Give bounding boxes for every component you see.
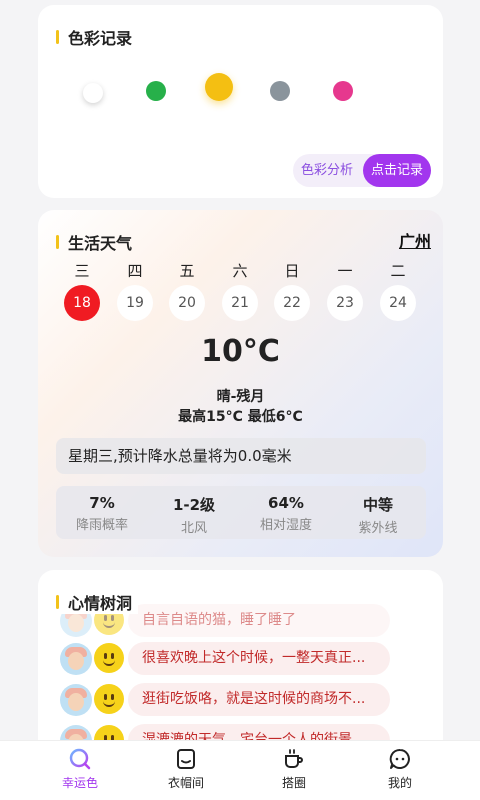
date-option[interactable]: 20: [169, 285, 205, 321]
temperature-range: 最高15°C 最低6°C: [178, 409, 303, 425]
mood-title: 心情树洞: [56, 590, 139, 614]
tab-wardrobe[interactable]: 衣帽间: [146, 747, 226, 791]
lucky-color-icon: [69, 748, 91, 770]
stat-uv: 中等 紫外线: [332, 494, 424, 536]
stat-label: 北风: [180, 521, 207, 536]
color-analysis-button[interactable]: 色彩分析: [301, 154, 353, 187]
weather-condition: 晴-残月: [216, 389, 265, 405]
weekday-label: 六: [232, 262, 248, 280]
record-color-button[interactable]: 点击记录: [363, 154, 431, 187]
weather-stats: 7% 降雨概率 1-2级 北风 64% 相对湿度 中等 紫外线: [56, 486, 426, 539]
weekday-label: 三: [74, 262, 90, 280]
weather-title: 生活天气: [56, 230, 132, 254]
stat-humidity: 64% 相对湿度: [240, 494, 332, 533]
tab-label: 衣帽间: [167, 776, 204, 790]
current-temperature: 10°C: [201, 334, 280, 369]
chat-bubble-icon: [389, 748, 410, 769]
color-actions: 色彩分析 点击记录: [293, 154, 431, 187]
stat-value: 64%: [268, 494, 304, 512]
mood-message-bubble: 自言自语的猫，睡了睡了: [128, 604, 390, 637]
tab-label: 搭圈: [281, 776, 306, 790]
tab-label: 我的: [387, 776, 412, 790]
date-selected[interactable]: 18: [64, 285, 100, 321]
stat-label: 紫外线: [358, 521, 398, 536]
color-record-title-text: 色彩记录: [68, 29, 133, 48]
smiley-avatar: [94, 684, 124, 714]
color-dot-gray[interactable]: [270, 81, 290, 101]
stat-label: 降雨概率: [75, 518, 128, 533]
date-option[interactable]: 23: [327, 285, 363, 321]
date-option[interactable]: 24: [380, 285, 416, 321]
color-dot-white[interactable]: [83, 83, 103, 103]
date-option[interactable]: 22: [274, 285, 310, 321]
date-option[interactable]: 19: [117, 285, 153, 321]
wardrobe-icon: [177, 749, 195, 769]
color-record-title: 色彩记录: [56, 25, 132, 49]
precipitation-forecast: 星期三,预计降水总量将为0.0毫米: [56, 438, 426, 474]
tab-circle[interactable]: 搭圈: [254, 747, 334, 791]
color-record-card: 色彩记录 色彩分析 点击记录: [38, 5, 443, 198]
weekday-label: 一: [337, 262, 353, 280]
section-accent-bar: [56, 30, 59, 44]
city-selector[interactable]: 广州: [399, 228, 431, 252]
weekday-label: 日: [284, 262, 300, 280]
color-dot-green[interactable]: [146, 81, 166, 101]
tab-lucky-color[interactable]: 幸运色: [40, 747, 120, 791]
tab-label: 幸运色: [61, 776, 98, 790]
color-dot-pink[interactable]: [333, 81, 353, 101]
mood-message-bubble: 很喜欢晚上这个时候，一整天真正...: [128, 642, 390, 675]
stat-label: 相对湿度: [259, 518, 312, 533]
weather-title-text: 生活天气: [68, 234, 133, 253]
tab-profile[interactable]: 我的: [360, 747, 440, 791]
mood-title-text: 心情树洞: [68, 594, 133, 613]
weekday-label: 二: [390, 262, 406, 280]
mood-message-bubble: 逛街吃饭咯，就是这时候的商场不...: [128, 683, 390, 716]
avatar: [60, 643, 92, 675]
stat-wind: 1-2级 北风: [148, 494, 240, 536]
color-dot-yellow[interactable]: [205, 73, 233, 101]
smiley-avatar: [94, 643, 124, 673]
stat-value: 7%: [89, 494, 115, 512]
weekday-label: 五: [179, 262, 195, 280]
stat-value: 中等: [362, 496, 393, 514]
coffee-cup-icon: [285, 749, 303, 768]
weather-card: 生活天气 广州 三 四 五 六 日 一 二 18 19 20 21 22 23 …: [38, 210, 443, 557]
date-option[interactable]: 21: [222, 285, 258, 321]
bottom-tab-bar: 幸运色 衣帽间 搭圈 我的: [0, 740, 480, 800]
app-screen: 色彩记录 色彩分析 点击记录 生活天气 广州 三 四 五 六 日 一 二 18 …: [0, 0, 480, 800]
weekday-label: 四: [127, 262, 143, 280]
avatar: [60, 684, 92, 716]
section-accent-bar: [56, 235, 59, 249]
section-accent-bar: [56, 595, 59, 609]
stat-rain-probability: 7% 降雨概率: [56, 494, 148, 533]
stat-value: 1-2级: [172, 496, 216, 514]
